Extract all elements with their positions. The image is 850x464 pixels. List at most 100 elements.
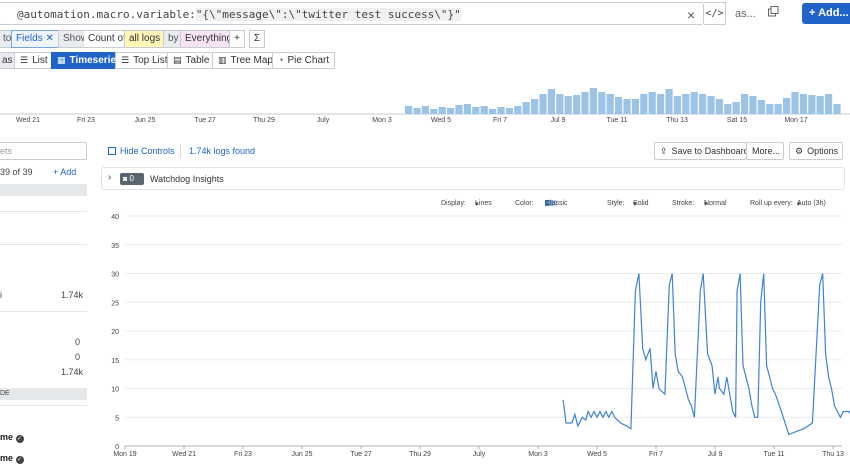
code-view-icon[interactable]: </> — [704, 2, 726, 25]
histogram-bar[interactable] — [472, 107, 480, 114]
histogram-bar[interactable] — [598, 92, 606, 114]
rollup-select[interactable]: Auto (3h) ▾ — [797, 200, 826, 208]
histogram-bar[interactable] — [438, 107, 446, 114]
add-button[interactable]: + Add... — [802, 3, 850, 24]
histogram-bar[interactable] — [623, 99, 631, 114]
save-to-dashboard-button[interactable]: ⇪ Save to Dashboard — [654, 142, 749, 160]
measure-selector[interactable]: all logs — [124, 30, 166, 48]
histogram-bar[interactable] — [741, 94, 749, 114]
histogram-bar[interactable] — [682, 94, 690, 114]
view-tab-list[interactable]: ☰ List — [14, 52, 54, 69]
histogram-bar[interactable] — [673, 96, 681, 114]
y-tick-label: 5 — [115, 415, 119, 422]
histogram-bar[interactable] — [573, 95, 581, 114]
histogram-bar[interactable] — [749, 96, 757, 114]
histogram-bar[interactable] — [556, 94, 564, 114]
search-query-input[interactable]: @automation.macro.variable:"{\"message\"… — [0, 2, 704, 25]
histogram-bar[interactable] — [690, 92, 698, 114]
histogram-bar[interactable] — [405, 106, 413, 114]
timeseries-chart[interactable]: 0 5 10 15 20 25 30 35 40 Mon 19 Wed 21 Fri 23 Jun 2… — [105, 210, 850, 464]
list-icon: ☰ — [20, 55, 29, 65]
histogram-bar[interactable] — [421, 106, 429, 114]
histogram-bar[interactable] — [816, 96, 824, 114]
histogram-bar[interactable] — [447, 108, 455, 114]
histogram-bar[interactable] — [825, 94, 833, 114]
timeseries-icon: ▦ — [57, 55, 66, 65]
stroke-label: Stroke: — [672, 200, 695, 207]
histogram-bar[interactable] — [757, 100, 765, 114]
histogram-bar[interactable] — [699, 94, 707, 114]
x-tick-label: Mon 19 — [113, 451, 136, 458]
histogram-bar[interactable] — [430, 109, 438, 114]
fields-filter-pill[interactable]: Fields ✕ — [11, 30, 59, 48]
view-tab-treemap[interactable]: ▥ Tree Map — [212, 52, 279, 69]
view-tab-toplist[interactable]: ☰ Top List — [115, 52, 174, 69]
histogram-bar[interactable] — [413, 108, 421, 114]
display-select[interactable]: Lines ▾ — [475, 200, 492, 208]
histogram-bar[interactable] — [522, 102, 530, 114]
histogram-bar[interactable] — [505, 108, 513, 114]
histogram-bar[interactable] — [489, 109, 497, 114]
hide-controls-button[interactable]: Hide Controls — [108, 146, 175, 156]
histogram-bar[interactable] — [808, 95, 816, 114]
histogram-bar[interactable] — [833, 104, 841, 114]
chevron-right-icon[interactable]: › — [108, 172, 111, 183]
view-tab-label: Tree Map — [230, 55, 273, 66]
histogram-bar[interactable] — [480, 106, 488, 114]
toplist-icon: ☰ — [121, 55, 130, 65]
facet-row-label[interactable]: i — [0, 290, 2, 300]
logs-found-count[interactable]: 1.74k logs found — [189, 146, 255, 156]
histogram-bar[interactable] — [581, 92, 589, 114]
histogram-bar[interactable] — [539, 94, 547, 114]
color-select[interactable]: Classic ▾ — [545, 200, 568, 208]
view-tab-piechart[interactable]: ◔ Pie Chart — [272, 52, 336, 69]
saved-views-button[interactable]: as... — [735, 8, 756, 20]
histogram-bar[interactable] — [774, 104, 782, 114]
histogram-bar[interactable] — [715, 99, 723, 114]
watchdog-insights-panel[interactable]: › ◙ 0 Watchdog Insights — [101, 167, 845, 190]
histogram-bar[interactable] — [648, 92, 656, 114]
histogram-bar[interactable] — [463, 104, 471, 114]
rollup-label: Roll up every: — [750, 200, 793, 207]
histogram-bar[interactable] — [455, 105, 463, 114]
stroke-select[interactable]: Normal ▾ — [704, 200, 727, 208]
facet-verified-row[interactable]: me ✓ — [0, 453, 24, 464]
sigma-button[interactable]: Σ — [249, 30, 265, 48]
histogram-bar[interactable] — [589, 88, 597, 114]
histogram-bar[interactable] — [657, 94, 665, 114]
style-select[interactable]: Solid ▾ — [633, 200, 649, 208]
histogram-bar[interactable] — [707, 96, 715, 114]
histogram-bar[interactable] — [766, 104, 774, 114]
histogram-bar[interactable] — [791, 92, 799, 114]
chart-y-axis: 0 5 10 15 20 25 30 35 40 — [111, 214, 119, 451]
histogram-bar[interactable] — [665, 89, 673, 114]
close-icon[interactable]: ✕ — [45, 33, 53, 44]
add-facet-button[interactable]: + Add — [53, 167, 76, 177]
fields-label: Fields — [16, 33, 43, 44]
histogram-bar[interactable] — [606, 94, 614, 114]
log-volume-histogram[interactable]: Wed 21 Fri 23 Jun 25 Tue 27 Thu 29 July Mon 3 W… — [0, 72, 850, 127]
histogram-bar[interactable] — [514, 106, 522, 114]
facet-section-label: DE — [0, 390, 10, 397]
more-button[interactable]: More... — [746, 142, 784, 160]
histogram-bar[interactable] — [564, 96, 572, 114]
add-group-button[interactable]: + — [229, 30, 245, 48]
histogram-bar[interactable] — [732, 102, 740, 114]
histogram-bar[interactable] — [783, 98, 791, 114]
histogram-bar[interactable] — [724, 104, 732, 114]
histogram-bar[interactable] — [497, 107, 505, 114]
color-label: Color: — [515, 200, 534, 207]
histogram-bar[interactable] — [640, 94, 648, 114]
facet-verified-row[interactable]: me ✓ — [0, 432, 24, 443]
histogram-bar[interactable] — [531, 99, 539, 114]
histogram-bar[interactable] — [631, 99, 639, 114]
histogram-bar[interactable] — [615, 97, 623, 114]
verified-check-icon: ✓ — [15, 435, 24, 443]
options-button[interactable]: ⚙ Options — [789, 142, 843, 160]
facet-search-input[interactable]: ets — [0, 142, 87, 160]
view-tab-table[interactable]: ▤ Table — [167, 52, 216, 69]
histogram-bar[interactable] — [799, 94, 807, 114]
histogram-bar[interactable] — [547, 89, 555, 114]
clear-icon[interactable]: × — [687, 7, 695, 23]
copy-icon[interactable] — [768, 6, 779, 17]
